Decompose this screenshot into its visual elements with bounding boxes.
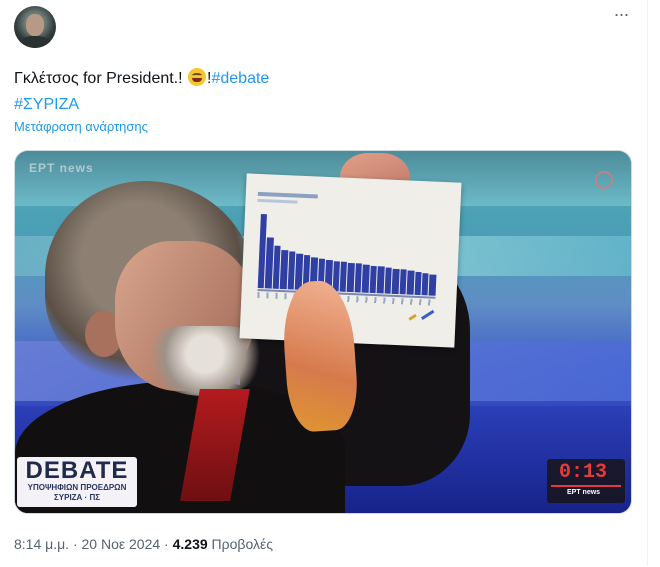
- paper-bar-chart: [257, 214, 439, 296]
- tweet-time[interactable]: 8:14 μ.μ.: [14, 536, 69, 552]
- tweet-container: ··· Γκλέτσος for President.! !#debate #Σ…: [0, 0, 648, 566]
- avatar-body: [18, 36, 52, 48]
- views-label: Προβολές: [211, 536, 273, 552]
- paper-bar: [399, 269, 407, 295]
- paper-bar: [384, 267, 392, 294]
- debate-subtitle-1: ΥΠΟΨΗΦΙΩΝ ΠΡΟΕΔΡΩΝ: [27, 483, 127, 492]
- meta-separator: ·: [160, 536, 173, 552]
- paper-bar: [391, 268, 400, 295]
- paper-title-line: [257, 191, 318, 199]
- avatar-face: [26, 14, 44, 36]
- tweet-text-prefix: Γκλέτσος for President.!: [14, 70, 183, 87]
- channel-logo: ΕΡΤ news: [29, 161, 94, 175]
- tweet-text: Γκλέτσος for President.! !#debate #ΣΥΡΙΖ…: [14, 66, 614, 118]
- translate-post-link[interactable]: Μετάφραση ανάρτησης: [14, 119, 148, 134]
- paper-bar: [428, 274, 437, 296]
- paper-bar: [361, 264, 370, 293]
- paper-bar: [369, 265, 378, 294]
- grinning-face-emoji-icon: [188, 68, 207, 86]
- paper-bar: [414, 271, 422, 296]
- paper-bar: [421, 272, 429, 296]
- paper-subtitle-line: [257, 198, 298, 204]
- timer-value: 0:13: [559, 461, 608, 484]
- channel-corner-icon: [595, 171, 613, 189]
- tweet-date[interactable]: 20 Νοε 2024: [82, 536, 161, 552]
- tweet-meta: 8:14 μ.μ. · 20 Νοε 2024 · 4.239 Προβολές: [14, 536, 273, 552]
- avatar[interactable]: [14, 6, 56, 48]
- paper-bar: [354, 263, 363, 293]
- tweet-text-line-2: #ΣΥΡΙΖΑ: [14, 92, 614, 118]
- debate-subtitle-2: ΣΥΡΙΖΑ · ΠΣ: [53, 493, 101, 502]
- tweet-media-image[interactable]: ΕΡΤ news DEBATE ΥΠΟΨΗΦΙΩΝ ΠΡΟΕΔΡΩΝ ΣΥΡΙΖ…: [14, 150, 632, 514]
- paper-bar: [406, 270, 415, 295]
- hashtag-debate-link[interactable]: #debate: [211, 70, 269, 87]
- debate-overlay: DEBATE ΥΠΟΨΗΦΙΩΝ ΠΡΟΕΔΡΩΝ ΣΥΡΙΖΑ · ΠΣ: [17, 457, 137, 507]
- views-count: 4.239: [172, 536, 208, 552]
- hashtag-syriza-link[interactable]: #ΣΥΡΙΖΑ: [14, 96, 79, 113]
- meta-separator: ·: [69, 536, 82, 552]
- timer-network: ΕΡΤ news: [567, 489, 601, 496]
- countdown-timer: 0:13 ΕΡΤ news: [547, 459, 625, 503]
- debate-title: DEBATE: [25, 457, 129, 484]
- timer-underline: [551, 485, 621, 487]
- paper-bar: [339, 261, 348, 292]
- tweet-text-line-1: Γκλέτσος for President.! !#debate: [14, 66, 614, 92]
- more-icon[interactable]: ···: [608, 5, 634, 28]
- paper-mark-blue: [420, 309, 435, 320]
- paper-mark-yellow: [408, 313, 417, 321]
- paper-bar: [347, 263, 355, 293]
- paper-bar: [376, 266, 385, 294]
